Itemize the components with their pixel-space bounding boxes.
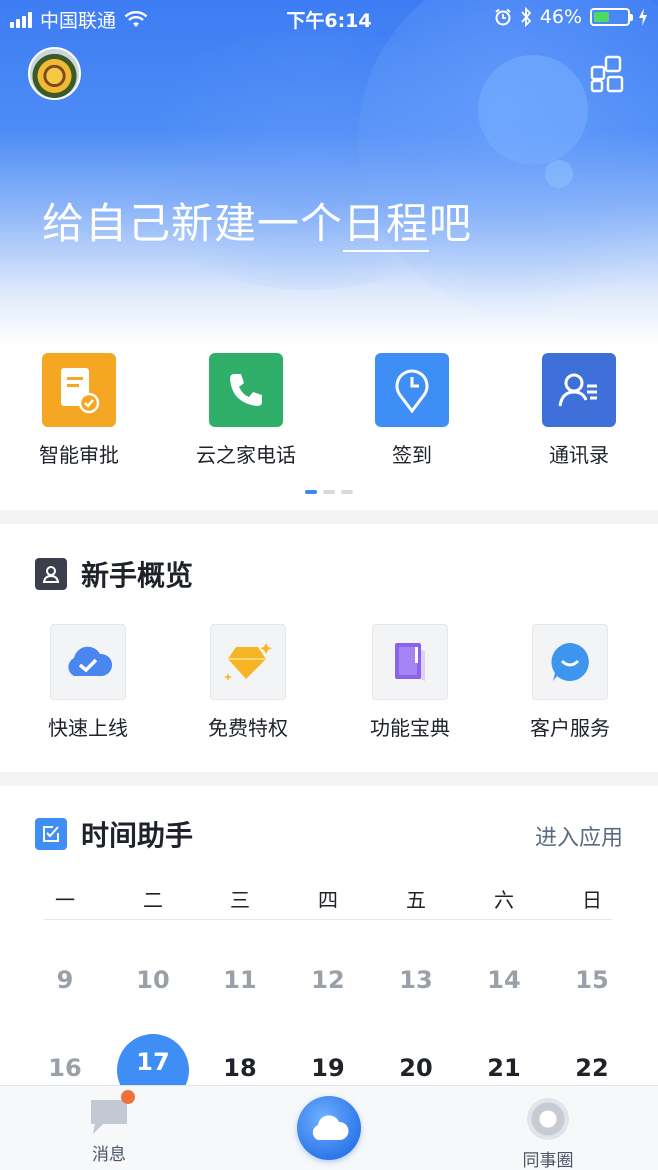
calendar-day[interactable]: 22 [562, 1054, 622, 1082]
weekday-label: 二 [143, 888, 163, 912]
calendar-day[interactable]: 12 [298, 966, 358, 994]
newbie-item-label: 功能宝典 [370, 716, 450, 740]
section-header: 新手概览 [35, 554, 193, 594]
weekday-header: 一 二 三 四 五 六 日 [44, 884, 612, 920]
calendar-day[interactable]: 16 [35, 1054, 95, 1082]
calendar-day[interactable]: 19 [298, 1054, 358, 1082]
newbie-item-label: 客户服务 [530, 716, 610, 740]
weekday-label: 三 [230, 888, 250, 912]
message-icon [89, 1090, 135, 1134]
status-bar: 中国联通 下午6:14 46% [0, 0, 658, 36]
newbie-item-label: 快速上线 [48, 716, 128, 740]
contacts-icon [542, 353, 616, 427]
approval-icon [42, 353, 116, 427]
section-header: 时间助手 [35, 814, 193, 854]
section-title: 新手概览 [81, 559, 194, 592]
newbie-item-label: 免费特权 [208, 716, 288, 740]
calendar-day[interactable]: 13 [386, 966, 446, 994]
calendar-day[interactable]: 21 [474, 1054, 534, 1082]
newbie-item-service[interactable]: 客户服务 [500, 624, 640, 741]
location-clock-icon [375, 353, 449, 427]
cloud-icon [312, 1115, 349, 1140]
app-phone[interactable]: 云之家电话 [181, 353, 311, 468]
unread-badge [121, 1090, 135, 1104]
weekday-label: 五 [406, 888, 426, 912]
calendar-day-today[interactable]: 17 [123, 1048, 183, 1076]
app-label: 云之家电话 [196, 443, 296, 467]
hero-prompt: 给自己新建一个日程吧 [42, 190, 473, 252]
newbie-overview-section: 新手概览 快速上线 免费特权 功能宝典 客户服务 [0, 524, 658, 772]
hero-banner: 中国联通 下午6:14 46% 给自己新建一个日程吧 [0, 0, 658, 345]
cloud-check-icon [50, 624, 126, 700]
diamond-icon [210, 624, 286, 700]
tab-label: 同事圈 [522, 1151, 574, 1170]
calendar-day[interactable]: 10 [123, 966, 183, 994]
charging-icon [639, 8, 647, 26]
section-title: 时间助手 [81, 819, 194, 852]
app-label: 签到 [392, 443, 432, 467]
calendar-day[interactable]: 14 [474, 966, 534, 994]
user-card-icon [35, 558, 67, 590]
bluetooth-icon [521, 7, 532, 27]
newbie-item-handbook[interactable]: 功能宝典 [340, 624, 480, 741]
home-cloud-button[interactable] [297, 1096, 361, 1160]
colleague-circle-icon [527, 1098, 569, 1140]
tab-label: 消息 [92, 1145, 126, 1165]
weekday-label: 六 [494, 888, 514, 912]
weekday-label: 日 [582, 888, 602, 912]
page-indicator [305, 490, 353, 494]
calendar-day[interactable]: 20 [386, 1054, 446, 1082]
hero-decoration [545, 160, 573, 188]
calendar-day[interactable]: 9 [35, 966, 95, 994]
page-dot [305, 490, 317, 494]
calendar-day[interactable]: 18 [210, 1054, 270, 1082]
enter-app-link[interactable]: 进入应用 [535, 820, 623, 852]
time-assistant-section: 时间助手 进入应用 一 二 三 四 五 六 日 9 10 11 12 13 14… [0, 786, 658, 1086]
app-grid-icon[interactable] [590, 55, 628, 93]
calendar-check-icon [35, 818, 67, 850]
battery-percent: 46% [539, 6, 582, 28]
quick-apps: 智能审批 云之家电话 签到 通讯录 [0, 345, 658, 510]
avatar[interactable] [28, 47, 81, 100]
app-contacts[interactable]: 通讯录 [514, 353, 644, 468]
alarm-icon [495, 8, 511, 26]
tab-colleagues[interactable]: 同事圈 [488, 1086, 608, 1170]
new-schedule-link[interactable]: 日程 [343, 199, 430, 252]
tab-messages[interactable]: 消息 [49, 1086, 169, 1165]
hero-text: 给自己新建一个 [42, 199, 344, 248]
battery-icon [590, 8, 633, 26]
app-label: 智能审批 [39, 443, 119, 467]
book-icon [372, 624, 448, 700]
newbie-item-privilege[interactable]: 免费特权 [178, 624, 318, 741]
page-dot [341, 490, 353, 494]
app-checkin[interactable]: 签到 [347, 353, 477, 468]
calendar-day[interactable]: 15 [562, 966, 622, 994]
hero-text: 吧 [429, 199, 473, 248]
app-approval[interactable]: 智能审批 [14, 353, 144, 468]
service-bubble-icon [532, 624, 608, 700]
weekday-label: 一 [55, 888, 75, 912]
page-dot [323, 490, 335, 494]
app-label: 通讯录 [549, 443, 609, 467]
calendar-day[interactable]: 11 [210, 966, 270, 994]
hero-decoration [478, 55, 588, 165]
newbie-item-quick-start[interactable]: 快速上线 [18, 624, 158, 741]
weekday-label: 四 [318, 888, 338, 912]
phone-icon [209, 353, 283, 427]
